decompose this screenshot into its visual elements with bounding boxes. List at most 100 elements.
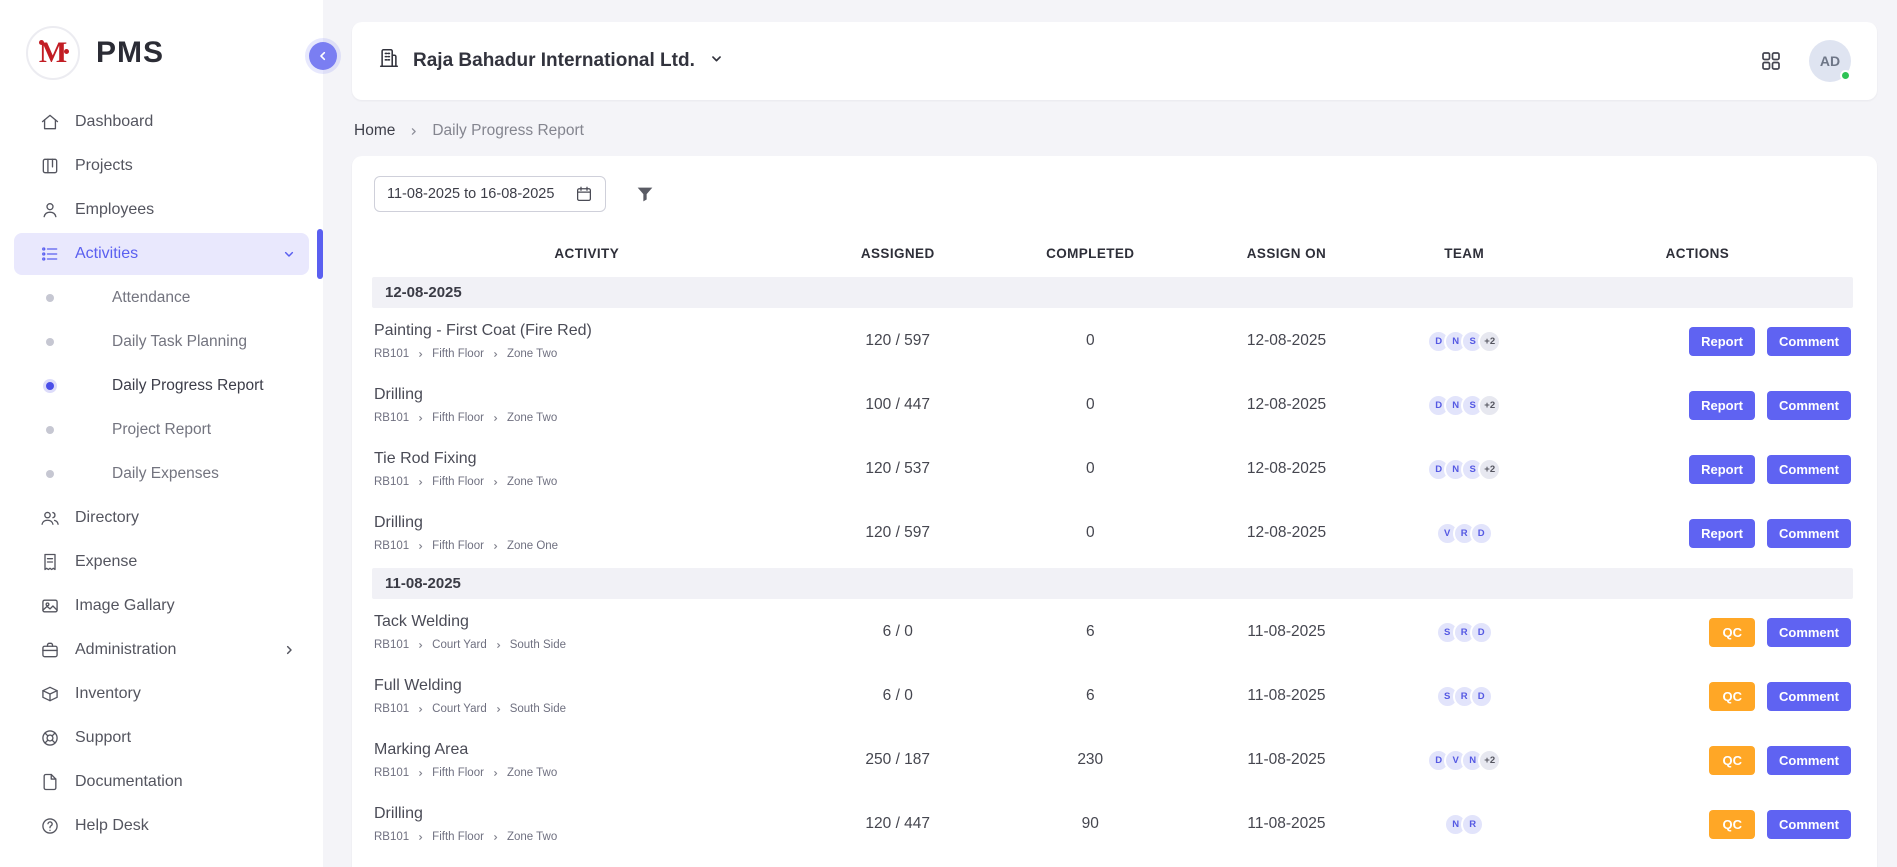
sidebar-item-support[interactable]: Support: [14, 717, 309, 759]
sidebar-item-expense[interactable]: Expense: [14, 541, 309, 583]
sidebar-item-dashboard[interactable]: Dashboard: [14, 101, 309, 143]
box-icon: [40, 684, 60, 704]
location-segment: Zone One: [507, 540, 558, 552]
qc-button[interactable]: QC: [1709, 810, 1755, 839]
user-avatar[interactable]: AD: [1809, 40, 1851, 82]
team-avatars: DVN+2: [1386, 749, 1542, 772]
sidebar-item-projects[interactable]: Projects: [14, 145, 309, 187]
activity-name: Full Welding: [374, 677, 801, 695]
column-header-team: TEAM: [1386, 246, 1542, 261]
content-card: 11-08-2025 to 16-08-2025 ACTIVITYASSIGNE…: [352, 156, 1877, 867]
activity-name: Tie Rod Fixing: [374, 450, 801, 468]
report-button[interactable]: Report: [1689, 327, 1755, 356]
sidebar-subitem-project-report[interactable]: Project Report: [14, 409, 309, 451]
sidebar-item-activities[interactable]: Activities: [14, 233, 309, 275]
toolbar: 11-08-2025 to 16-08-2025: [372, 176, 1853, 212]
sidebar-item-employees[interactable]: Employees: [14, 189, 309, 231]
breadcrumb-current: Daily Progress Report: [432, 122, 584, 140]
sidebar-item-help-desk[interactable]: Help Desk: [14, 805, 309, 847]
date-group-header: 12-08-2025: [372, 277, 1853, 308]
location-segment: Fifth Floor: [432, 831, 484, 843]
chevron-right-icon: [416, 414, 425, 423]
chevron-right-icon: [416, 641, 425, 650]
assign-on-value: 11-08-2025: [1187, 815, 1387, 833]
bullet-icon: [46, 294, 54, 302]
column-header-actions: ACTIONS: [1542, 246, 1853, 261]
activity-location-path: RB101Fifth FloorZone Two: [374, 348, 801, 360]
sidebar-item-inventory[interactable]: Inventory: [14, 673, 309, 715]
qc-button[interactable]: QC: [1709, 746, 1755, 775]
sidebar-item-documentation[interactable]: Documentation: [14, 761, 309, 803]
report-button[interactable]: Report: [1689, 455, 1755, 484]
sidebar-subitem-label: Attendance: [112, 289, 190, 307]
team-avatars: DNS+2: [1386, 394, 1542, 417]
team-avatar: D: [1470, 522, 1493, 545]
qc-button[interactable]: QC: [1709, 618, 1755, 647]
table-header: ACTIVITYASSIGNEDCOMPLETEDASSIGN ONTEAMAC…: [372, 238, 1853, 275]
report-button[interactable]: Report: [1689, 519, 1755, 548]
sidebar-item-administration[interactable]: Administration: [14, 629, 309, 671]
comment-button[interactable]: Comment: [1767, 682, 1851, 711]
date-range-value: 11-08-2025 to 16-08-2025: [387, 186, 554, 202]
main-area: Raja Bahadur International Ltd. AD Home: [323, 0, 1897, 867]
sidebar-subitem-daily-progress-report[interactable]: Daily Progress Report: [14, 365, 309, 407]
assign-on-value: 12-08-2025: [1187, 396, 1387, 414]
sidebar-subitem-daily-expenses[interactable]: Daily Expenses: [14, 453, 309, 495]
sidebar-item-label: Image Gallary: [75, 597, 175, 615]
sidebar-item-label: Inventory: [75, 685, 141, 703]
team-more-badge: +2: [1478, 394, 1501, 417]
sidebar-subitem-daily-task-planning[interactable]: Daily Task Planning: [14, 321, 309, 363]
activity-name: Drilling: [374, 386, 801, 404]
topbar-right: AD: [1759, 40, 1851, 82]
comment-button[interactable]: Comment: [1767, 746, 1851, 775]
filter-icon[interactable]: [634, 183, 656, 205]
comment-button[interactable]: Comment: [1767, 455, 1851, 484]
chevron-down-icon: [281, 246, 297, 262]
breadcrumb: Home Daily Progress Report: [354, 122, 1875, 140]
team-more-badge: +2: [1478, 458, 1501, 481]
chevron-right-icon: [491, 350, 500, 359]
kanban-icon: [40, 156, 60, 176]
apps-grid-icon[interactable]: [1759, 49, 1783, 73]
assigned-value: 120 / 597: [801, 332, 994, 350]
activity-name: Marking Area: [374, 741, 801, 759]
sidebar-item-label: Projects: [75, 157, 133, 175]
comment-button[interactable]: Comment: [1767, 519, 1851, 548]
online-status-dot: [1840, 70, 1851, 81]
assigned-value: 6 / 0: [801, 687, 994, 705]
assigned-value: 6 / 0: [801, 623, 994, 641]
sidebar-subitem-label: Project Report: [112, 421, 211, 439]
sidebar-item-label: Activities: [75, 245, 138, 263]
date-group-header: 11-08-2025: [372, 568, 1853, 599]
app-root: M PMS DashboardProjectsEmployeesActiviti…: [0, 0, 1897, 867]
activity-name: Drilling: [374, 805, 801, 823]
bullet-icon: [46, 382, 54, 390]
date-range-input[interactable]: 11-08-2025 to 16-08-2025: [374, 176, 606, 212]
sidebar-item-directory[interactable]: Directory: [14, 497, 309, 539]
report-button[interactable]: Report: [1689, 391, 1755, 420]
location-segment: RB101: [374, 767, 409, 779]
comment-button[interactable]: Comment: [1767, 391, 1851, 420]
comment-button[interactable]: Comment: [1767, 327, 1851, 356]
completed-value: 6: [994, 623, 1187, 641]
location-segment: South Side: [510, 639, 566, 651]
chevron-right-icon: [416, 478, 425, 487]
comment-button[interactable]: Comment: [1767, 810, 1851, 839]
assigned-value: 120 / 447: [801, 815, 994, 833]
team-avatars: SRD: [1386, 685, 1542, 708]
home-icon: [40, 112, 60, 132]
team-more-badge: +2: [1478, 749, 1501, 772]
qc-button[interactable]: QC: [1709, 682, 1755, 711]
breadcrumb-home[interactable]: Home: [354, 122, 395, 140]
chevron-right-icon: [491, 833, 500, 842]
sidebar-item-image-gallary[interactable]: Image Gallary: [14, 585, 309, 627]
location-segment: RB101: [374, 639, 409, 651]
column-header-completed: COMPLETED: [994, 246, 1187, 261]
comment-button[interactable]: Comment: [1767, 618, 1851, 647]
assigned-value: 100 / 447: [801, 396, 994, 414]
sidebar-subitem-label: Daily Expenses: [112, 465, 219, 483]
activity-location-path: RB101Fifth FloorZone Two: [374, 831, 801, 843]
company-selector[interactable]: Raja Bahadur International Ltd.: [378, 47, 725, 75]
sidebar-collapse-button[interactable]: [309, 42, 337, 70]
sidebar-subitem-attendance[interactable]: Attendance: [14, 277, 309, 319]
